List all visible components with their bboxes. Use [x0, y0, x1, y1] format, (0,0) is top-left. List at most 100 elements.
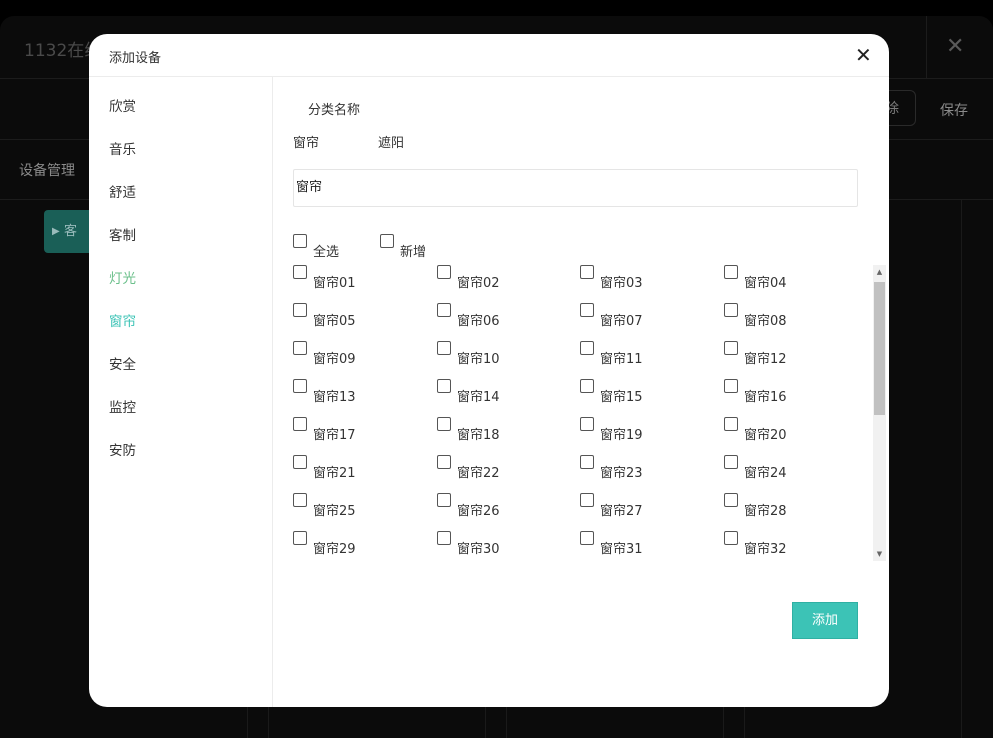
device-checkbox[interactable] — [724, 303, 738, 317]
background-save-button: 保存 — [940, 103, 968, 119]
device-label: 窗帘06 — [457, 314, 500, 329]
device-checkbox-list: 窗帘01 窗帘02 窗帘03 窗帘04 窗帘05 窗帘06 窗帘07 窗帘08 窗帘09 窗帘10… — [293, 265, 876, 561]
device-checkbox[interactable] — [293, 455, 307, 469]
device-label: 窗帘01 — [313, 276, 356, 291]
select-all-label: 全选 — [313, 245, 340, 260]
device-checkbox[interactable] — [293, 265, 307, 279]
sidebar-item-safety[interactable]: 安全 — [109, 353, 136, 373]
background-tab-device-management: 设备管理 — [19, 163, 75, 179]
device-checkbox[interactable] — [724, 531, 738, 545]
device-label: 窗帘02 — [457, 276, 500, 291]
sidebar-item-comfort[interactable]: 舒适 — [109, 181, 136, 201]
device-checkbox[interactable] — [437, 493, 451, 507]
device-checkbox[interactable] — [293, 341, 307, 355]
device-label: 窗帘08 — [744, 314, 787, 329]
dialog-content: 分类名称 窗帘 遮阳 窗帘 全选 新增 窗帘01 窗帘02 窗帘03 窗帘04 窗帘05… — [273, 77, 889, 707]
dialog-title: 添加设备 — [109, 51, 162, 66]
device-label: 窗帘07 — [600, 314, 643, 329]
device-label: 窗帘28 — [744, 504, 787, 519]
dialog-header: 添加设备 ✕ — [89, 34, 889, 77]
category-tab-curtain[interactable]: 窗帘 — [293, 132, 319, 151]
device-checkbox[interactable] — [580, 455, 594, 469]
list-scrollbar[interactable]: ▲ ▼ — [873, 265, 886, 561]
sidebar-item-appreciate[interactable]: 欣赏 — [109, 95, 136, 115]
device-label: 窗帘26 — [457, 504, 500, 519]
device-label: 窗帘04 — [744, 276, 787, 291]
add-button[interactable]: 添加 — [792, 602, 858, 639]
sidebar-item-curtain[interactable]: 窗帘 — [109, 310, 136, 330]
device-checkbox[interactable] — [724, 455, 738, 469]
device-checkbox[interactable] — [580, 379, 594, 393]
device-label: 窗帘32 — [744, 542, 787, 557]
sidebar-item-custom[interactable]: 客制 — [109, 224, 136, 244]
category-name-label: 分类名称 — [308, 103, 361, 118]
device-checkbox[interactable] — [437, 265, 451, 279]
device-checkbox[interactable] — [724, 265, 738, 279]
device-checkbox[interactable] — [293, 379, 307, 393]
device-checkbox[interactable] — [724, 341, 738, 355]
device-checkbox[interactable] — [724, 417, 738, 431]
device-label: 窗帘24 — [744, 466, 787, 481]
scroll-down-arrow-icon[interactable]: ▼ — [873, 549, 886, 559]
background-scene-button-label: 客 — [64, 224, 78, 239]
sidebar-item-security[interactable]: 安防 — [109, 439, 136, 459]
sidebar-item-music[interactable]: 音乐 — [109, 138, 136, 158]
device-label: 窗帘15 — [600, 390, 643, 405]
device-checkbox[interactable] — [293, 303, 307, 317]
device-checkbox[interactable] — [724, 379, 738, 393]
device-label: 窗帘23 — [600, 466, 643, 481]
device-checkbox[interactable] — [293, 493, 307, 507]
device-label: 窗帘31 — [600, 542, 643, 557]
device-label: 窗帘18 — [457, 428, 500, 443]
device-checkbox[interactable] — [580, 303, 594, 317]
device-label: 窗帘17 — [313, 428, 356, 443]
scrollbar-thumb[interactable] — [874, 282, 885, 415]
sidebar-item-monitoring[interactable]: 监控 — [109, 396, 136, 416]
category-tab-sunshade[interactable]: 遮阳 — [378, 132, 404, 151]
device-label: 窗帘05 — [313, 314, 356, 329]
device-checkbox[interactable] — [437, 455, 451, 469]
background-close-icon: ✕ — [946, 34, 965, 59]
close-icon[interactable]: ✕ — [855, 43, 872, 67]
scroll-up-arrow-icon[interactable]: ▲ — [873, 267, 886, 277]
device-label: 窗帘03 — [600, 276, 643, 291]
category-sidebar: 欣赏 音乐 舒适 客制 灯光 窗帘 安全 监控 安防 — [89, 77, 273, 707]
new-checkbox[interactable] — [380, 234, 394, 248]
play-icon: ▶ — [52, 226, 60, 237]
new-label: 新增 — [400, 245, 427, 260]
device-label: 窗帘19 — [600, 428, 643, 443]
device-label: 窗帘10 — [457, 352, 500, 367]
device-checkbox[interactable] — [437, 303, 451, 317]
background-column-line — [961, 200, 962, 738]
device-label: 窗帘20 — [744, 428, 787, 443]
category-name-input[interactable]: 窗帘 — [293, 169, 858, 207]
device-label: 窗帘21 — [313, 466, 356, 481]
device-label: 窗帘29 — [313, 542, 356, 557]
device-checkbox[interactable] — [580, 265, 594, 279]
device-checkbox[interactable] — [437, 417, 451, 431]
sidebar-item-lighting[interactable]: 灯光 — [109, 267, 136, 287]
device-checkbox[interactable] — [580, 417, 594, 431]
device-label: 窗帘09 — [313, 352, 356, 367]
device-checkbox[interactable] — [580, 341, 594, 355]
device-checkbox[interactable] — [580, 531, 594, 545]
device-label: 窗帘22 — [457, 466, 500, 481]
device-checkbox[interactable] — [293, 531, 307, 545]
device-checkbox[interactable] — [437, 531, 451, 545]
device-checkbox[interactable] — [437, 379, 451, 393]
device-label: 窗帘14 — [457, 390, 500, 405]
device-checkbox[interactable] — [724, 493, 738, 507]
device-label: 窗帘27 — [600, 504, 643, 519]
device-label: 窗帘25 — [313, 504, 356, 519]
device-checkbox[interactable] — [437, 341, 451, 355]
background-divider — [926, 16, 927, 78]
device-checkbox[interactable] — [580, 493, 594, 507]
select-all-checkbox[interactable] — [293, 234, 307, 248]
add-device-dialog: 添加设备 ✕ 欣赏 音乐 舒适 客制 灯光 窗帘 安全 监控 安防 分类名称 窗… — [89, 34, 889, 707]
device-label: 窗帘13 — [313, 390, 356, 405]
device-label: 窗帘12 — [744, 352, 787, 367]
device-label: 窗帘11 — [600, 352, 643, 367]
device-label: 窗帘16 — [744, 390, 787, 405]
background-scene-button: ▶ 客 — [44, 210, 94, 253]
device-checkbox[interactable] — [293, 417, 307, 431]
